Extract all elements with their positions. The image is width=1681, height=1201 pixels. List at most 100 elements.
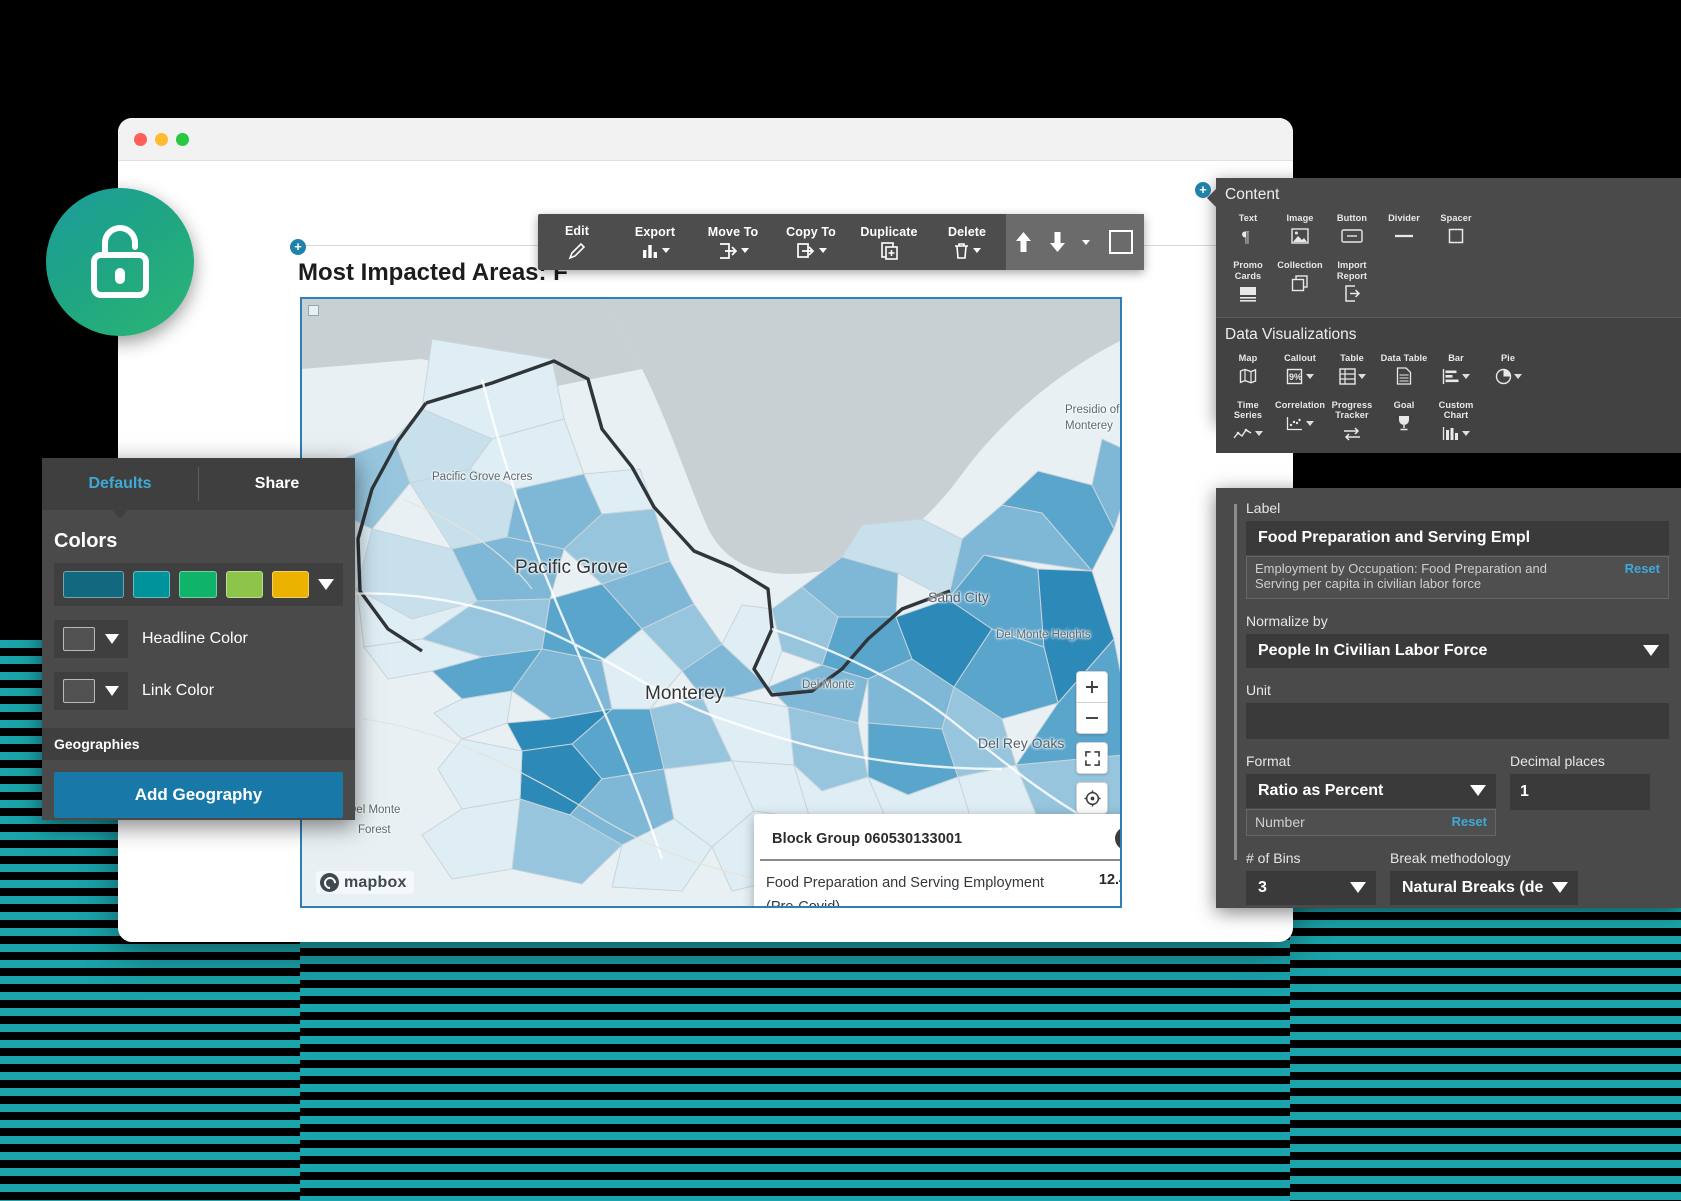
block-toolbar[interactable]: Edit Export Move To Copy To Duplicate De… <box>538 214 1144 270</box>
item-label: Collection <box>1277 260 1323 271</box>
palette-swatch-4[interactable] <box>225 571 263 598</box>
toolbar-duplicate-button[interactable]: Duplicate <box>850 214 928 270</box>
more-options-button[interactable] <box>1074 214 1098 270</box>
dataviz-item-bar[interactable]: Bar <box>1430 350 1482 389</box>
content-item-promo-cards[interactable]: Promo Cards <box>1222 257 1274 307</box>
bins-row: # of Bins 3 Break methodology Natural Br… <box>1246 850 1669 905</box>
fullscreen-button[interactable] <box>1076 742 1108 774</box>
window-maximize-button[interactable] <box>176 132 189 146</box>
locate-button[interactable] <box>1076 782 1108 814</box>
panel-tabs[interactable]: Defaults Share <box>42 458 355 518</box>
dataviz-item-table[interactable]: Table <box>1326 350 1378 389</box>
map-settings-panel[interactable]: Label Food Preparation and Serving Empl … <box>1216 488 1681 908</box>
toolbar-export-button[interactable]: Export <box>616 214 694 270</box>
chevron-down-icon <box>1357 373 1366 379</box>
dataviz-item-pie[interactable]: Pie <box>1482 350 1534 389</box>
chevron-down-icon <box>661 248 670 253</box>
duplicate-icon <box>880 241 899 260</box>
label-description-reset-link[interactable]: Reset <box>1625 561 1660 592</box>
toolbar-delete-button[interactable]: Delete <box>928 214 1006 270</box>
item-label: Callout <box>1284 352 1316 363</box>
toolbar-move-to-button[interactable]: Move To <box>694 214 772 270</box>
bar-icon <box>1442 366 1470 386</box>
goal-icon <box>1395 413 1413 433</box>
headline-color-picker[interactable] <box>54 620 128 658</box>
item-label: Goal <box>1393 400 1415 411</box>
window-minimize-button[interactable] <box>155 132 168 146</box>
content-section-title: Content <box>1225 186 1280 203</box>
move-down-button[interactable] <box>1040 214 1074 270</box>
fullsize-toggle-button[interactable] <box>1098 214 1144 270</box>
palette-swatch-5[interactable] <box>271 571 310 598</box>
dataviz-item-correlation[interactable]: Correlation <box>1274 397 1326 447</box>
content-item-collection[interactable]: Collection <box>1274 257 1326 307</box>
toolbar-edit-button[interactable]: Edit <box>538 214 616 270</box>
headline-color-label: Headline Color <box>142 630 248 647</box>
crosshair-icon <box>1083 789 1101 807</box>
square-icon <box>1109 230 1133 254</box>
toolbar-copy-to-button[interactable]: Copy To <box>772 214 850 270</box>
decimal-places-input[interactable]: 1 <box>1510 773 1650 810</box>
chevron-down-icon <box>1350 882 1366 894</box>
link-color-picker[interactable] <box>54 672 128 710</box>
content-item-button[interactable]: Button <box>1326 210 1378 249</box>
format-reset-link[interactable]: Reset <box>1452 814 1487 829</box>
label-input[interactable]: Food Preparation and Serving Empl <box>1246 521 1669 555</box>
normalize-by-select[interactable]: People In Civilian Labor Force <box>1246 633 1669 668</box>
tab-share[interactable]: Share <box>199 458 355 510</box>
theme-defaults-panel[interactable]: Defaults Share Colors Headline Color Lin… <box>42 458 355 820</box>
promo-cards-icon <box>1239 284 1257 304</box>
chevron-down-icon <box>818 248 827 253</box>
window-titlebar <box>118 118 1293 161</box>
content-item-text[interactable]: Text ¶ <box>1222 210 1274 249</box>
break-methodology-select[interactable]: Natural Breaks (de <box>1390 870 1578 905</box>
image-icon <box>1291 226 1309 246</box>
panel-scroll-rail[interactable] <box>1234 504 1237 860</box>
zoom-in-button[interactable] <box>1076 671 1108 702</box>
dataviz-item-goal[interactable]: Goal <box>1378 397 1430 447</box>
bins-select[interactable]: 3 <box>1246 870 1376 905</box>
format-row: Format Ratio as Percent Number Reset Dec… <box>1246 753 1669 836</box>
color-swatch <box>63 627 95 651</box>
move-up-button[interactable] <box>1006 214 1040 270</box>
unit-input[interactable] <box>1246 702 1669 739</box>
content-item-divider[interactable]: Divider <box>1378 210 1430 249</box>
unlocked-padlock-badge <box>46 188 194 336</box>
dataviz-item-custom-chart[interactable]: Custom Chart <box>1430 397 1482 447</box>
map-block[interactable]: Pacific Grove Acres Pacific Grove Monter… <box>300 297 1122 908</box>
tab-defaults[interactable]: Defaults <box>42 458 198 518</box>
palette-swatch-2[interactable] <box>133 571 171 598</box>
format-select[interactable]: Ratio as Percent <box>1246 773 1496 808</box>
zoom-out-button[interactable] <box>1076 702 1108 734</box>
color-palette[interactable] <box>54 563 343 606</box>
add-geography-button[interactable]: Add Geography <box>54 772 343 818</box>
item-label: Import Report <box>1336 260 1368 281</box>
close-icon[interactable]: ✕ <box>1115 827 1120 850</box>
item-label: Table <box>1340 352 1364 363</box>
label-description-text: Employment by Occupation: Food Preparati… <box>1255 561 1547 591</box>
content-item-import-report[interactable]: Import Report <box>1326 257 1378 307</box>
map-canvas[interactable]: Pacific Grove Acres Pacific Grove Monter… <box>302 299 1120 906</box>
dataviz-item-map[interactable]: Map <box>1222 350 1274 389</box>
map-resize-handle[interactable] <box>308 305 319 316</box>
dataviz-item-callout[interactable]: Callout 9% <box>1274 350 1326 389</box>
palette-swatch-1[interactable] <box>63 571 125 598</box>
content-picker-panel[interactable]: Content Text ¶ Image Button Divider Spac… <box>1207 178 1681 453</box>
map-popup[interactable]: Block Group 060530133001 ✕ Food Preparat… <box>754 814 1120 906</box>
chevron-down-icon[interactable] <box>318 579 335 590</box>
palette-swatch-3[interactable] <box>179 571 217 598</box>
add-block-icon[interactable]: + <box>290 239 306 255</box>
dataviz-item-data-table[interactable]: Data Table <box>1378 350 1430 389</box>
window-close-button[interactable] <box>134 132 147 146</box>
dataviz-item-progress-tracker[interactable]: Progress Tracker <box>1326 397 1378 447</box>
copy-arrow-icon <box>796 242 827 260</box>
content-item-spacer[interactable]: Spacer <box>1430 210 1482 249</box>
mapbox-logo[interactable]: mapbox <box>316 871 414 894</box>
popup-title: Block Group 060530133001 <box>772 830 963 847</box>
add-content-icon[interactable]: + <box>1195 182 1211 198</box>
content-item-image[interactable]: Image <box>1274 210 1326 249</box>
zoom-control-group[interactable] <box>1076 671 1108 734</box>
dataviz-item-time-series[interactable]: Time Series <box>1222 397 1274 447</box>
item-label: Button <box>1336 213 1368 223</box>
map-controls[interactable] <box>1076 671 1108 814</box>
